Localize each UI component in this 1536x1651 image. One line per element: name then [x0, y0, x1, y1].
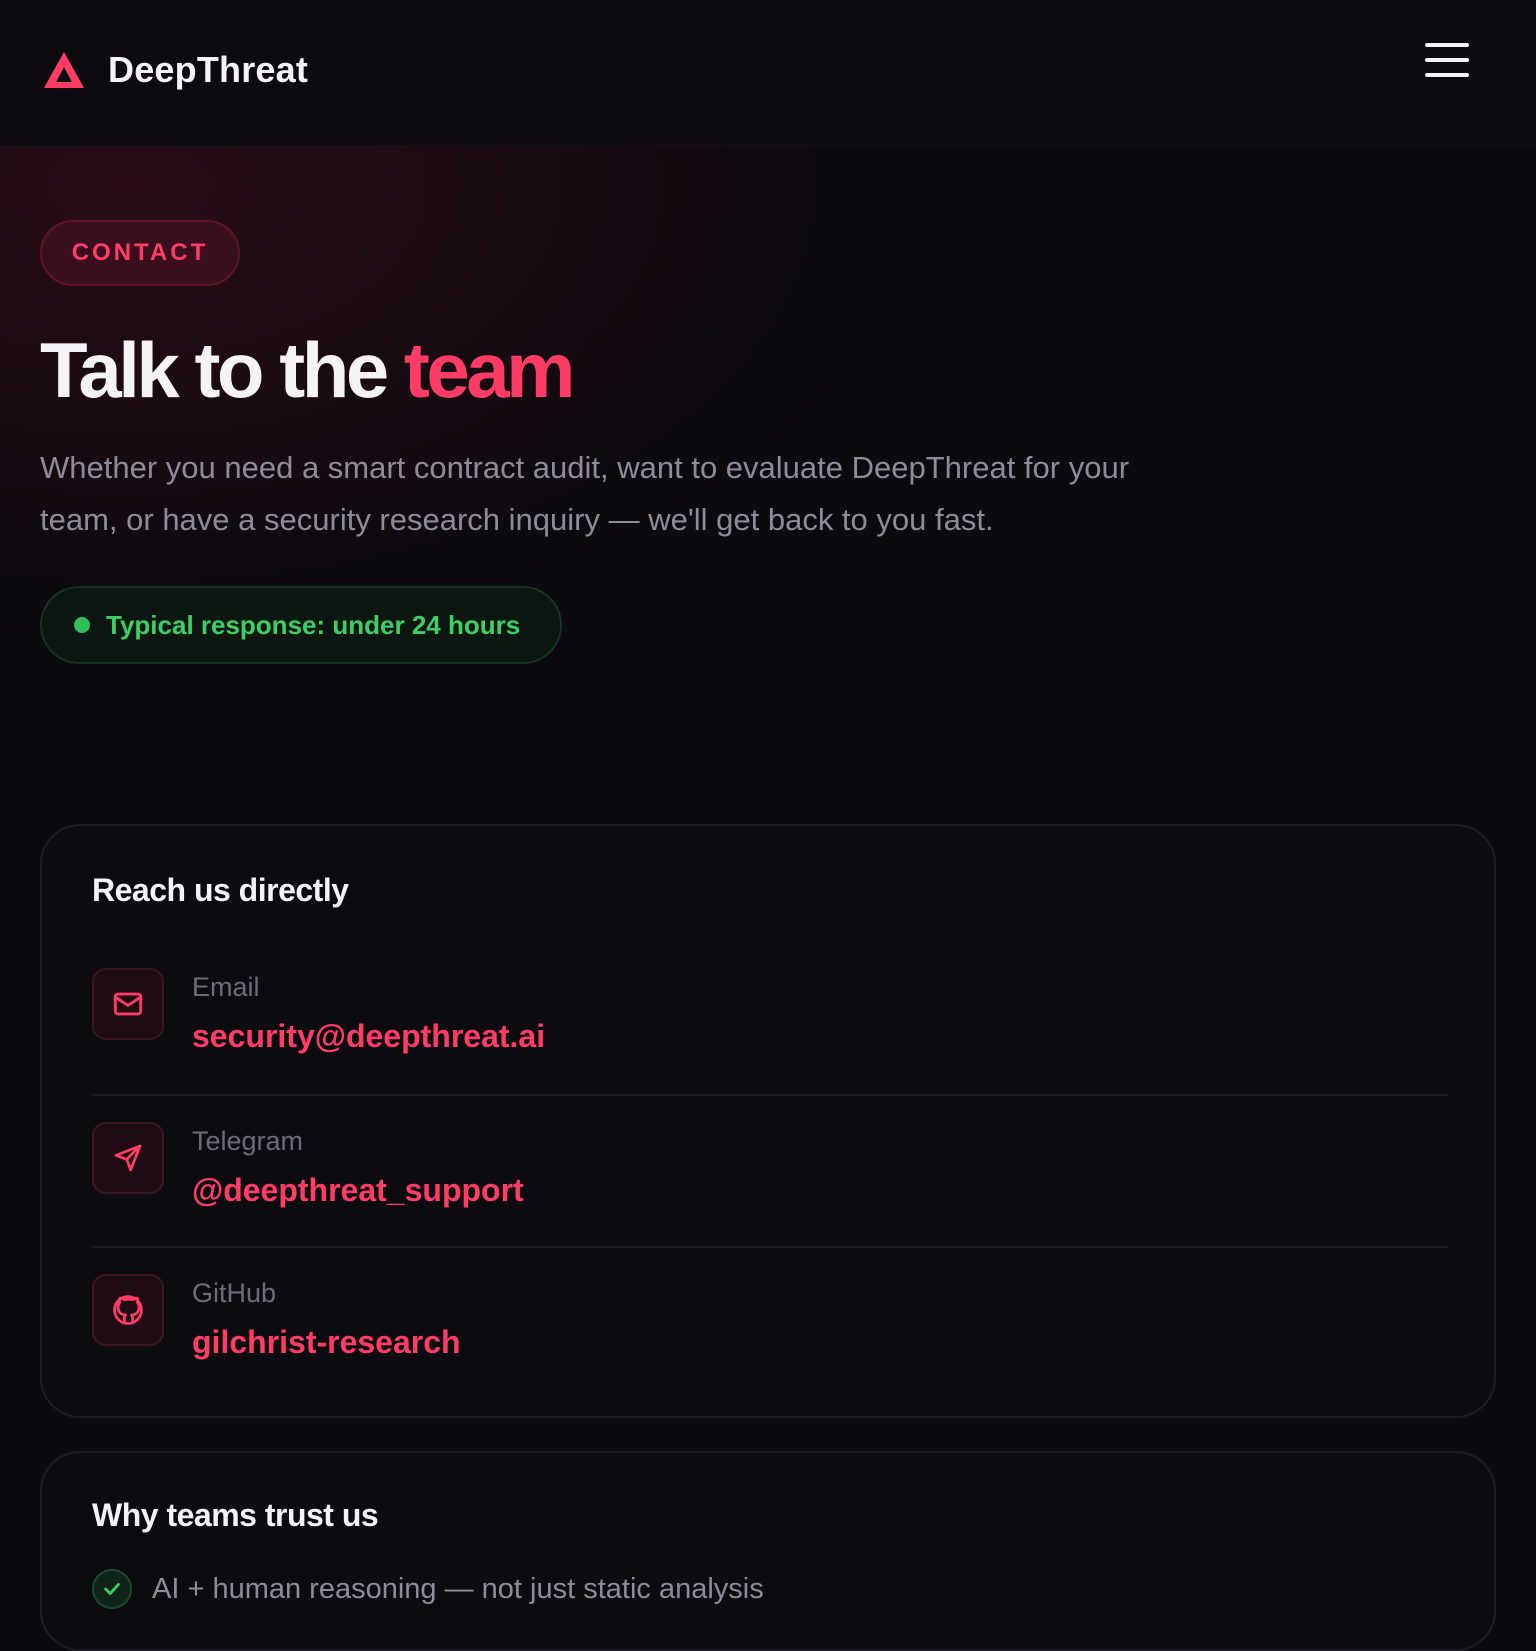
site-header: DeepThreat: [0, 0, 1536, 146]
telegram-link[interactable]: @deepthreat_support: [192, 1172, 524, 1209]
email-link[interactable]: security@deepthreat.ai: [192, 1018, 545, 1055]
triangle-logo-icon: [44, 52, 84, 88]
logo[interactable]: DeepThreat: [42, 48, 308, 92]
contact-row-email: Email security@deepthreat.ai: [92, 968, 1448, 1078]
contact-row-telegram: Telegram @deepthreat_support: [92, 1122, 1448, 1232]
check-icon: [92, 1569, 132, 1609]
trust-list-item: AI + human reasoning — not just static a…: [92, 1569, 764, 1609]
reach-us-card: Reach us directly Email security@deepthr…: [40, 824, 1496, 1418]
contact-label: Telegram: [192, 1126, 304, 1156]
github-link[interactable]: gilchrist-research: [192, 1324, 461, 1361]
divider: [92, 1246, 1448, 1248]
hamburger-menu-icon[interactable]: [1420, 40, 1469, 80]
contact-label: Email: [192, 972, 260, 1002]
section-tag: CONTACT: [40, 220, 240, 286]
contact-row-github: GitHub gilchrist-research: [92, 1274, 1448, 1384]
trust-item-text: AI + human reasoning — not just static a…: [152, 1572, 764, 1605]
response-time-text: Typical response: under 24 hours: [106, 609, 521, 640]
page-title-main: Talk to the: [40, 326, 389, 414]
card-title: Why teams trust us: [92, 1497, 379, 1533]
page-subtitle: Whether you need a smart contract audit,…: [40, 450, 1130, 537]
page-title: Talk to the team: [40, 325, 576, 415]
divider: [92, 1094, 1448, 1096]
response-time-badge: Typical response: under 24 hours: [40, 586, 562, 664]
card-title: Reach us directly: [92, 872, 349, 908]
send-icon: [92, 1122, 164, 1194]
contact-label: GitHub: [192, 1278, 277, 1308]
brand-name: DeepThreat: [108, 49, 309, 90]
github-icon: [92, 1274, 164, 1346]
mail-icon: [92, 968, 164, 1040]
trust-card: Why teams trust us AI + human reasoning …: [40, 1451, 1496, 1651]
page-title-accent: team: [403, 326, 576, 414]
status-dot-icon: [74, 617, 90, 633]
